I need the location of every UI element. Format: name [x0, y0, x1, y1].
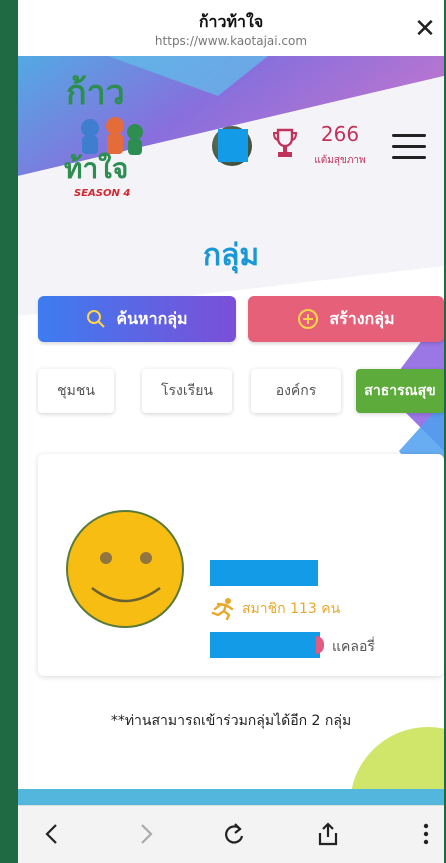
tab-school[interactable]: โรงเรียน	[142, 369, 232, 413]
tab-public-health[interactable]: สาธารณสุข	[356, 369, 444, 413]
join-limit-note: **ท่านสามารถเข้าร่วมกลุ่มได้อีก 2 กลุ่ม	[110, 713, 352, 729]
share-icon[interactable]	[314, 820, 342, 848]
member-count-row: สมาชิก 113 คน	[210, 598, 340, 620]
browser-header: ก้าวท้าใจ https://www.kaotajai.com ✕	[18, 0, 444, 56]
more-vertical-icon[interactable]	[412, 820, 440, 848]
svg-text:SEASON 4: SEASON 4	[74, 188, 130, 199]
tab-organization[interactable]: องค์กร	[251, 369, 341, 413]
group-card[interactable]: สมาชิก 113 คน แคลอรี่	[38, 454, 444, 676]
health-points-label: แต้มสุขภาพ	[314, 155, 366, 166]
trophy-icon	[272, 128, 298, 157]
page-content: ก้าว ท้าใจ SEASON 4 266 แต้มสุขภาพ กลุ่ม	[18, 56, 444, 805]
health-points-value: 266	[320, 122, 360, 146]
avatar-redaction	[218, 129, 248, 162]
create-group-button[interactable]: สร้างกลุ่ม	[248, 296, 444, 342]
create-group-label: สร้างกลุ่ม	[329, 308, 395, 328]
hamburger-menu-icon[interactable]	[392, 134, 428, 162]
reload-icon[interactable]	[220, 820, 248, 848]
plus-circle-icon	[298, 309, 319, 329]
page-title: กลุ่ม	[202, 238, 260, 273]
group-name-redaction	[210, 560, 318, 586]
svg-text:ท้าใจ: ท้าใจ	[64, 152, 128, 185]
runner-icon	[211, 598, 234, 620]
tab-community[interactable]: ชุมชน	[38, 369, 114, 413]
search-group-label: ค้นหากลุ่ม	[116, 308, 188, 328]
calories-redaction	[210, 632, 320, 658]
chevron-right-icon[interactable]	[132, 820, 160, 848]
kaotajai-logo: ก้าว ท้าใจ SEASON 4	[64, 73, 143, 199]
search-group-button[interactable]: ค้นหากลุ่ม	[38, 296, 236, 342]
close-icon[interactable]: ✕	[412, 16, 438, 42]
svg-text:ก้าว: ก้าว	[66, 73, 125, 113]
device-screen: ก้าวท้าใจ https://www.kaotajai.com ✕ ก้า…	[18, 0, 444, 863]
calories-marker	[316, 636, 324, 654]
browser-toolbar	[18, 805, 444, 863]
calories-label: แคลอรี่	[332, 639, 375, 655]
browser-title: ก้าวท้าใจ	[198, 12, 264, 31]
bottom-decoration	[18, 727, 444, 805]
member-count: สมาชิก 113 คน	[242, 601, 341, 617]
chevron-left-icon[interactable]	[38, 820, 66, 848]
group-avatar-smiley	[66, 510, 184, 628]
browser-url: https://www.kaotajai.com	[154, 34, 308, 48]
search-icon	[87, 310, 106, 328]
